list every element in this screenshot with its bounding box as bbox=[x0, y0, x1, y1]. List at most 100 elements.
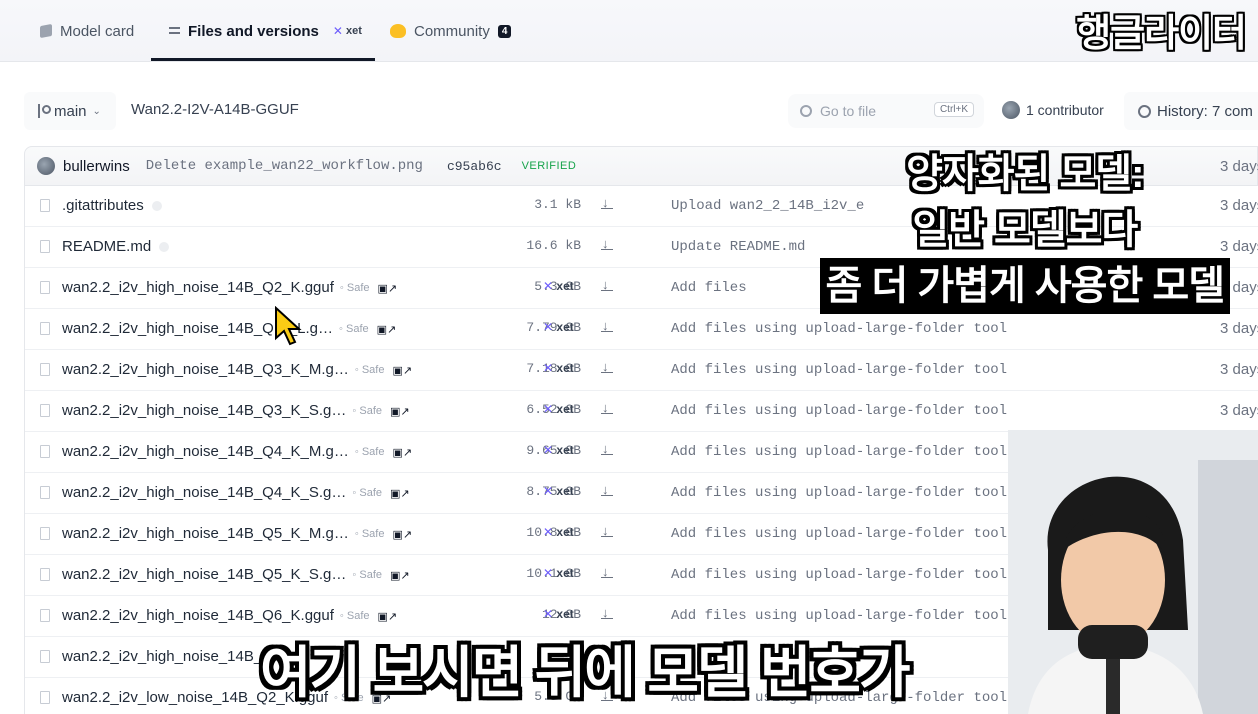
download-icon[interactable] bbox=[601, 277, 613, 292]
safe-badge[interactable]: Safe bbox=[355, 364, 385, 376]
xet-label: xet bbox=[556, 320, 574, 334]
file-name-cell: wan2.2_i2v_high_noise_14B_Q3_K_S.g… Safe ▣… bbox=[62, 402, 410, 419]
pointer-file-icon[interactable]: ▣↗ bbox=[390, 406, 410, 418]
file-name-link[interactable]: wan2.2_i2v_high_noise_14B_Q2_K.gguf bbox=[62, 279, 334, 296]
subtitle-overlay-right: 양자화된 모델: 일반 모델보다 좀 더 가볍게 사용한 모델 bbox=[819, 146, 1230, 314]
tab-files-and-versions[interactable]: Files and versions ✕ xet bbox=[166, 0, 362, 62]
xet-label: xet bbox=[556, 607, 574, 621]
file-name-cell: wan2.2_i2v_high_noise_14B_Q5_K_S.g… Safe ▣… bbox=[62, 566, 410, 583]
download-icon[interactable] bbox=[601, 400, 613, 415]
file-commit-message[interactable]: Add files using upload-large-folder tool bbox=[671, 403, 1007, 419]
verified-badge: VERIFIED bbox=[521, 160, 577, 172]
contributors-link[interactable]: 1 contributor bbox=[1002, 101, 1104, 119]
pointer-file-icon[interactable]: ▣↗ bbox=[377, 324, 397, 336]
file-name-link[interactable]: wan2.2_i2v_high_noise_14B_Q5_K_M.g… bbox=[62, 525, 349, 542]
xet-icon: ✕ bbox=[543, 525, 557, 539]
tab-model-card[interactable]: Model card bbox=[40, 0, 134, 62]
commit-author[interactable]: bullerwins bbox=[63, 158, 130, 175]
download-icon[interactable] bbox=[601, 359, 613, 374]
xet-badge: ✕ xet bbox=[543, 484, 574, 498]
file-commit-message[interactable]: Add files using upload-large-folder tool bbox=[671, 444, 1007, 460]
presenter-webcam bbox=[1008, 430, 1258, 714]
file-name-link[interactable]: wan2.2_i2v_high_noise_14B_Q6_K.gguf bbox=[62, 607, 334, 624]
branch-selector[interactable]: main ⌄ bbox=[24, 92, 116, 130]
subtitle-line: 양자화된 모델: bbox=[906, 152, 1144, 196]
file-row[interactable]: wan2.2_i2v_high_noise_14B_Q3_K_M.g… Safe ▣… bbox=[25, 350, 1258, 391]
file-row[interactable]: wan2.2_i2v_high_noise_14B_Q…_L.g…Safe▣↗7… bbox=[25, 309, 1258, 350]
file-row[interactable]: wan2.2_i2v_high_noise_14B_Q3_K_S.g… Safe ▣… bbox=[25, 391, 1258, 432]
file-name-link[interactable]: wan2.2_i2v_high_noise_14B_Q3_K_M.g… bbox=[62, 361, 349, 378]
file-commit-message[interactable]: Add files using upload-large-folder tool bbox=[671, 362, 1007, 378]
pointer-file-icon[interactable]: ▣↗ bbox=[392, 447, 412, 459]
xet-badge: ✕ xet bbox=[543, 607, 574, 621]
xet-icon: ✕ bbox=[543, 484, 557, 498]
tab-label: Files and versions bbox=[188, 22, 319, 40]
file-icon bbox=[40, 404, 50, 417]
pointer-file-icon[interactable]: ▣↗ bbox=[392, 365, 412, 377]
file-name-cell: wan2.2_i2v_high_noise_14B_Q5_K_M.g… Safe ▣… bbox=[62, 525, 412, 542]
file-commit-message[interactable]: Add files bbox=[671, 280, 747, 296]
download-icon[interactable] bbox=[601, 195, 613, 210]
file-commit-message[interactable]: Update README.md bbox=[671, 239, 805, 255]
file-name-link[interactable]: .gitattributes bbox=[62, 197, 144, 214]
safe-badge[interactable]: Safe bbox=[340, 282, 370, 294]
clock-icon bbox=[1138, 104, 1151, 118]
safe-badge[interactable]: Safe bbox=[352, 569, 382, 581]
file-name-cell: wan2.2_i2v_high_noise_14B_Q3_K_M.g… Safe ▣… bbox=[62, 361, 412, 378]
pointer-file-icon[interactable]: ▣↗ bbox=[390, 570, 410, 582]
history-button[interactable]: History: 7 com bbox=[1124, 92, 1258, 130]
avatar bbox=[37, 157, 55, 175]
file-name-link[interactable]: wan2.2_i2v_high_noise_14B_Q3_K_S.g… bbox=[62, 402, 346, 419]
file-icon bbox=[40, 199, 50, 212]
pointer-file-icon[interactable]: ▣↗ bbox=[392, 529, 412, 541]
file-commit-message[interactable]: Add files using upload-large-folder tool bbox=[671, 485, 1007, 501]
safe-badge[interactable]: Safe bbox=[355, 446, 385, 458]
file-icon bbox=[40, 691, 50, 704]
file-commit-message[interactable]: Add files using upload-large-folder tool bbox=[671, 526, 1007, 542]
file-commit-message[interactable]: Add files using upload-large-folder tool bbox=[671, 567, 1007, 583]
xet-label: xet bbox=[556, 525, 574, 539]
download-icon[interactable] bbox=[601, 318, 613, 333]
tab-community[interactable]: Community 4 bbox=[390, 0, 512, 62]
download-icon[interactable] bbox=[601, 523, 613, 538]
file-name-link[interactable]: wan2.2_i2v_high_noise_14B_Q4_K_M.g… bbox=[62, 443, 349, 460]
download-icon[interactable] bbox=[601, 482, 613, 497]
safe-badge[interactable]: Safe bbox=[340, 610, 370, 622]
active-tab-indicator bbox=[151, 58, 375, 61]
file-commit-message[interactable]: Add files using upload-large-folder tool bbox=[671, 321, 1007, 337]
cube-icon bbox=[40, 23, 52, 39]
xet-icon: ✕ bbox=[543, 607, 557, 621]
download-icon[interactable] bbox=[601, 236, 613, 251]
safe-badge[interactable]: Safe bbox=[355, 528, 385, 540]
download-icon[interactable] bbox=[601, 441, 613, 456]
xet-badge: ✕ xet bbox=[543, 566, 574, 580]
xet-icon: ✕ bbox=[543, 402, 557, 416]
history-label: History: 7 com bbox=[1157, 102, 1253, 120]
file-name-link[interactable]: wan2.2_i2v_high_noise_14B_Q5_K_S.g… bbox=[62, 566, 346, 583]
subtitle-line: 좀 더 가볍게 사용한 모델 bbox=[819, 258, 1230, 314]
safe-badge[interactable]: Safe bbox=[352, 405, 382, 417]
xet-label: xet bbox=[556, 402, 574, 416]
pointer-file-icon[interactable]: ▣↗ bbox=[378, 611, 398, 623]
pointer-file-icon[interactable]: ▣↗ bbox=[390, 488, 410, 500]
file-name-link[interactable]: wan2.2_i2v_high_noise_14B_ bbox=[62, 648, 262, 665]
file-name-link[interactable]: wan2.2_i2v_high_noise_14B_Q4_K_S.g… bbox=[62, 484, 346, 501]
pointer-file-icon[interactable]: ▣↗ bbox=[378, 283, 398, 295]
download-icon[interactable] bbox=[601, 564, 613, 579]
file-commit-message[interactable]: Add files using upload-large-folder tool bbox=[671, 608, 1007, 624]
safe-badge[interactable]: Safe bbox=[339, 323, 369, 335]
file-icon bbox=[40, 445, 50, 458]
commit-message[interactable]: Delete example_wan22_workflow.png bbox=[146, 158, 423, 174]
xet-icon: ✕ bbox=[543, 443, 557, 457]
go-to-file-search[interactable]: Go to file Ctrl+K bbox=[788, 94, 984, 128]
file-name-cell: wan2.2_i2v_high_noise_14B_Q4_K_M.g… Safe ▣… bbox=[62, 443, 412, 460]
file-name-cell: wan2.2_i2v_high_noise_14B_Q4_K_S.g… Safe ▣… bbox=[62, 484, 410, 501]
download-icon[interactable] bbox=[601, 605, 613, 620]
commit-hash[interactable]: c95ab6c bbox=[447, 159, 502, 174]
file-name-link[interactable]: README.md bbox=[62, 238, 151, 255]
safe-badge[interactable]: Safe bbox=[352, 487, 382, 499]
xet-badge: ✕ xet bbox=[543, 279, 574, 293]
file-icon bbox=[40, 650, 50, 663]
file-name-cell: wan2.2_i2v_high_noise_14B_ bbox=[62, 648, 262, 665]
file-icon bbox=[40, 281, 50, 294]
